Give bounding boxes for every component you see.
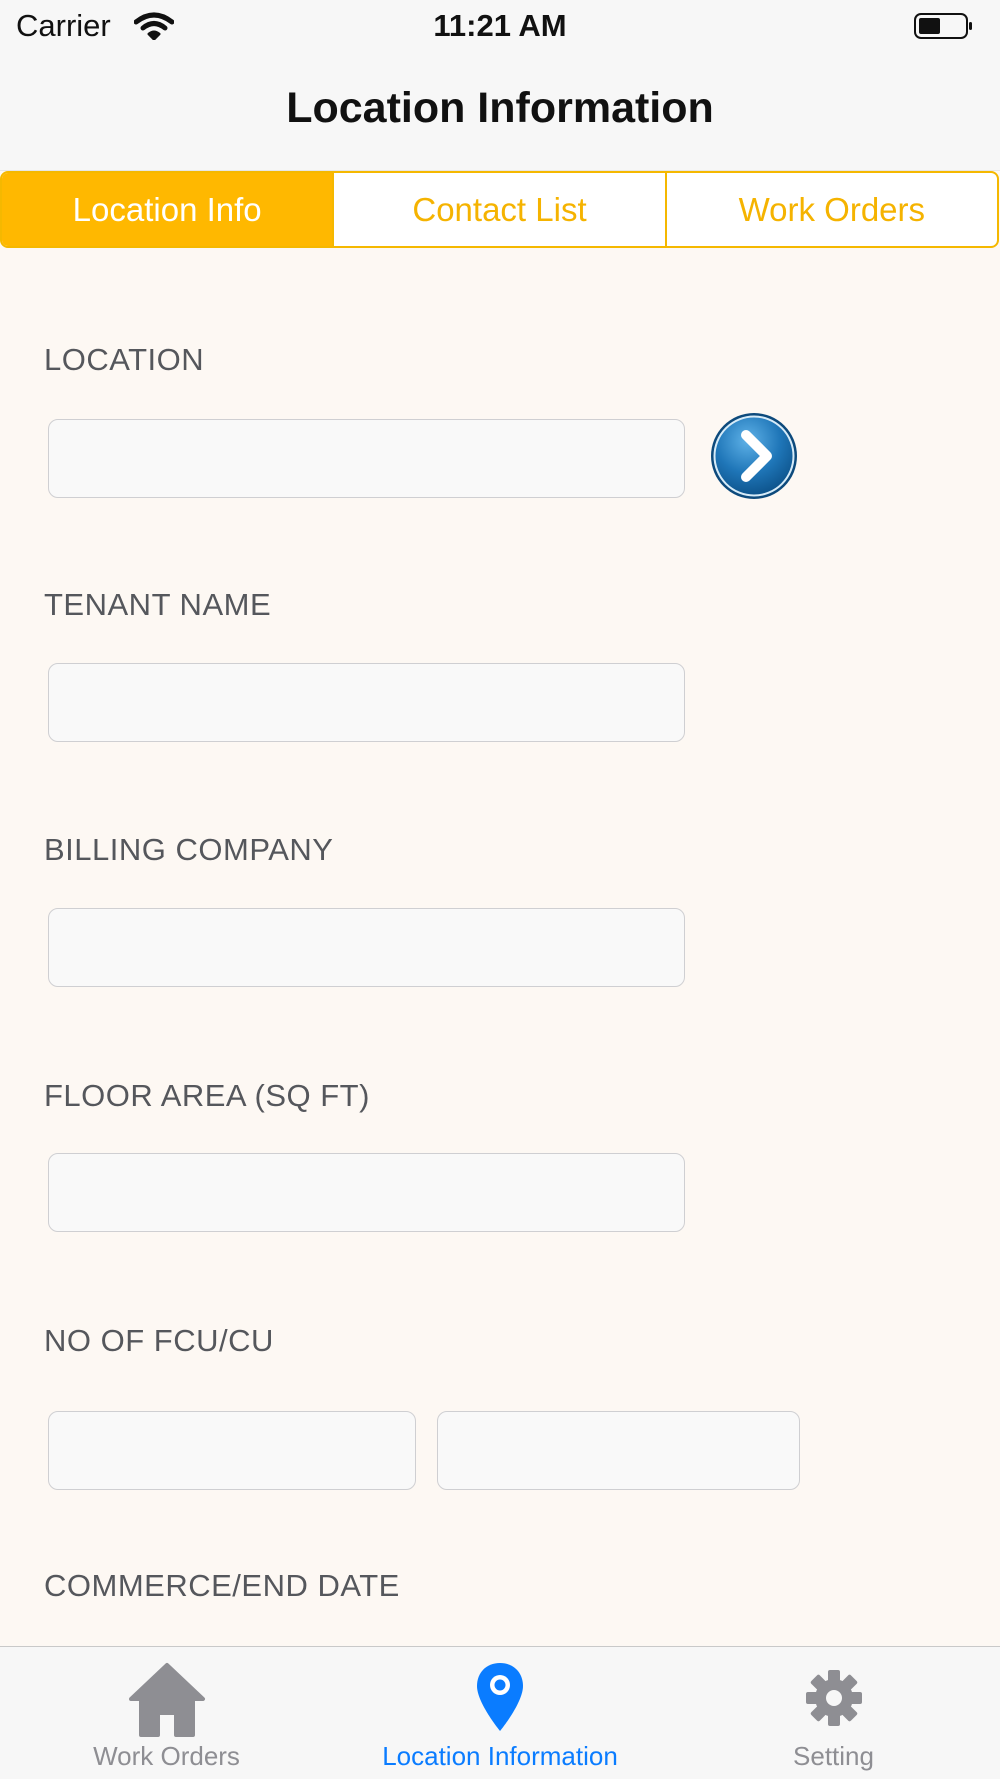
location-input[interactable] [48, 419, 685, 498]
floor-area-input[interactable] [48, 1153, 685, 1232]
tab-location-information[interactable]: Location Information [333, 1647, 667, 1779]
location-label: LOCATION [44, 342, 205, 377]
tab-setting[interactable]: Setting [667, 1647, 1000, 1779]
map-pin-icon [474, 1661, 526, 1738]
cu-count-input[interactable] [437, 1411, 800, 1490]
fcu-cu-label: NO OF FCU/CU [44, 1323, 274, 1358]
fcu-count-input[interactable] [48, 1411, 416, 1490]
billing-company-label: BILLING COMPANY [44, 832, 334, 867]
tab-work-orders-label: Work Orders [93, 1741, 240, 1771]
billing-company-input[interactable] [48, 908, 685, 987]
segment-location-info[interactable]: Location Info [2, 173, 333, 246]
battery-icon [914, 13, 974, 39]
tab-work-orders[interactable]: Work Orders [0, 1647, 333, 1779]
segmented-control: Location Info Contact List Work Orders [0, 171, 999, 248]
chevron-right-icon [711, 413, 797, 499]
tenant-name-input[interactable] [48, 663, 685, 742]
segment-contact-list[interactable]: Contact List [332, 173, 664, 246]
tab-bar: Work Orders Location Information Setting [0, 1646, 1000, 1779]
house-icon [128, 1661, 206, 1744]
tenant-name-label: TENANT NAME [44, 587, 272, 622]
status-time: 11:21 AM [433, 8, 567, 43]
location-go-button[interactable] [709, 411, 799, 501]
segment-work-orders[interactable]: Work Orders [664, 173, 997, 246]
gear-icon [805, 1669, 863, 1732]
tab-setting-label: Setting [793, 1741, 874, 1771]
page-title: Location Information [286, 84, 714, 132]
tab-location-information-label: Location Information [382, 1741, 618, 1771]
status-bar: Carrier 11:21 AM [0, 0, 1000, 56]
floor-area-label: FLOOR AREA (SQ FT) [44, 1078, 370, 1113]
navigation-bar: Location Information [0, 56, 1000, 171]
commerce-end-date-label: COMMERCE/END DATE [44, 1568, 400, 1603]
